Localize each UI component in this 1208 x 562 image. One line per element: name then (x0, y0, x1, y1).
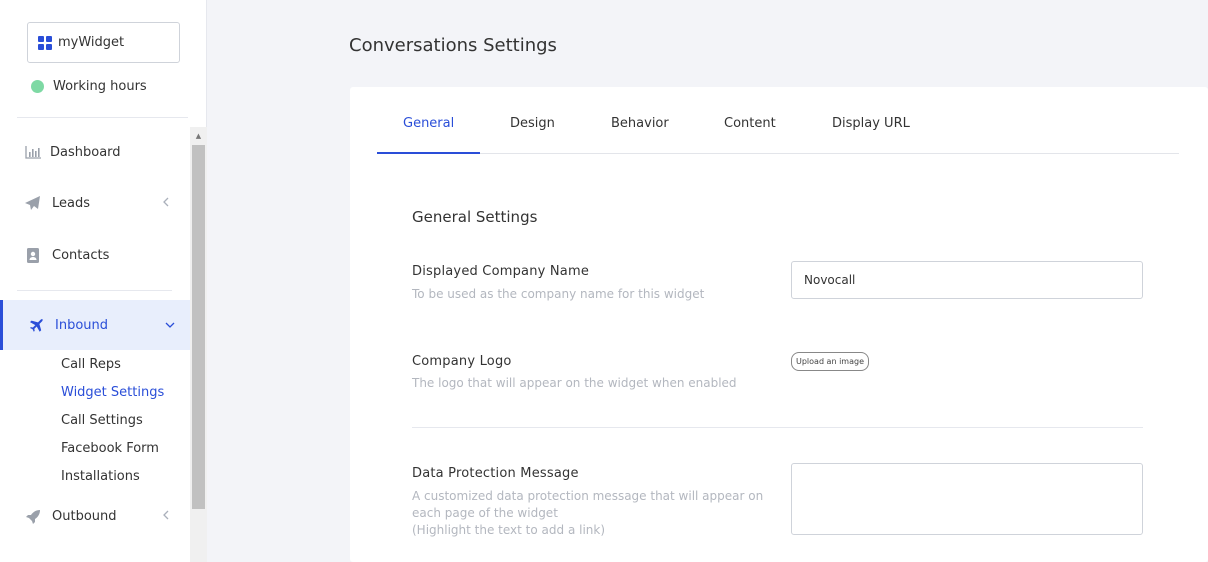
company-name-value: Novocall (804, 273, 856, 287)
sidebar-item-outbound[interactable]: Outbound (0, 507, 190, 525)
section-divider (412, 427, 1143, 428)
sidebar-subitem-installations[interactable]: Installations (61, 469, 140, 484)
sidebar-item-label: Inbound (55, 317, 109, 333)
sidebar-item-label: Dashboard (50, 144, 121, 160)
sidebar-divider (17, 290, 172, 291)
data-protection-help-line2: each page of the widget (412, 506, 558, 520)
working-hours-label: Working hours (53, 79, 147, 94)
rocket-icon (24, 508, 42, 524)
sidebar-item-label: Contacts (52, 247, 110, 263)
company-logo-help: The logo that will appear on the widget … (412, 376, 737, 390)
sidebar-item-inbound[interactable]: Inbound (0, 300, 190, 350)
tab-design[interactable]: Design (510, 116, 555, 131)
page-title: Conversations Settings (349, 35, 557, 56)
grid-icon (38, 35, 52, 50)
status-dot-icon (31, 80, 44, 93)
working-hours-status[interactable]: Working hours (31, 79, 147, 94)
tab-behavior[interactable]: Behavior (611, 116, 669, 131)
company-logo-label: Company Logo (412, 354, 512, 369)
company-name-label: Displayed Company Name (412, 264, 590, 279)
tab-display-url[interactable]: Display URL (832, 116, 910, 131)
chevron-down-icon (165, 318, 175, 332)
sidebar-scrollbar[interactable]: ▲ (190, 127, 207, 562)
bar-chart-icon (24, 144, 42, 160)
sidebar-subitem-facebook-form[interactable]: Facebook Form (61, 441, 159, 456)
data-protection-textarea[interactable] (791, 463, 1143, 535)
widget-name: myWidget (58, 35, 125, 50)
scrollbar-thumb[interactable] (192, 145, 205, 509)
sidebar-subitem-widget-settings[interactable]: Widget Settings (61, 385, 164, 400)
sidebar-item-label: Leads (52, 195, 91, 211)
company-name-input[interactable]: Novocall (791, 261, 1143, 299)
sidebar-item-dashboard[interactable]: Dashboard (0, 143, 190, 161)
upload-image-button[interactable]: Upload an image (791, 352, 869, 371)
sidebar: myWidget Working hours Dashboard Leads C… (0, 0, 207, 562)
scroll-up-arrow-icon[interactable]: ▲ (190, 129, 207, 143)
settings-tabs: General Design Behavior Content Display … (377, 87, 1179, 154)
data-protection-label: Data Protection Message (412, 466, 579, 481)
sidebar-divider (17, 117, 188, 118)
chevron-left-icon (162, 509, 170, 523)
airplane-icon (27, 317, 45, 333)
tab-general[interactable]: General (403, 116, 454, 131)
sidebar-item-leads[interactable]: Leads (0, 194, 190, 212)
tab-content[interactable]: Content (724, 116, 776, 131)
contact-card-icon (24, 247, 42, 263)
widget-selector[interactable]: myWidget (27, 22, 180, 63)
active-tab-indicator (377, 152, 480, 154)
data-protection-help-line1: A customized data protection message tha… (412, 489, 764, 503)
sidebar-item-label: Outbound (52, 508, 117, 524)
company-name-help: To be used as the company name for this … (412, 287, 705, 301)
paper-plane-icon (24, 195, 42, 211)
sidebar-item-contacts[interactable]: Contacts (0, 246, 190, 264)
chevron-left-icon (162, 196, 170, 210)
sidebar-subitem-call-settings[interactable]: Call Settings (61, 413, 143, 428)
settings-card: General Design Behavior Content Display … (350, 87, 1208, 562)
sidebar-subitem-call-reps[interactable]: Call Reps (61, 357, 121, 372)
section-title: General Settings (412, 208, 538, 226)
data-protection-help-line3: (Highlight the text to add a link) (412, 523, 606, 537)
